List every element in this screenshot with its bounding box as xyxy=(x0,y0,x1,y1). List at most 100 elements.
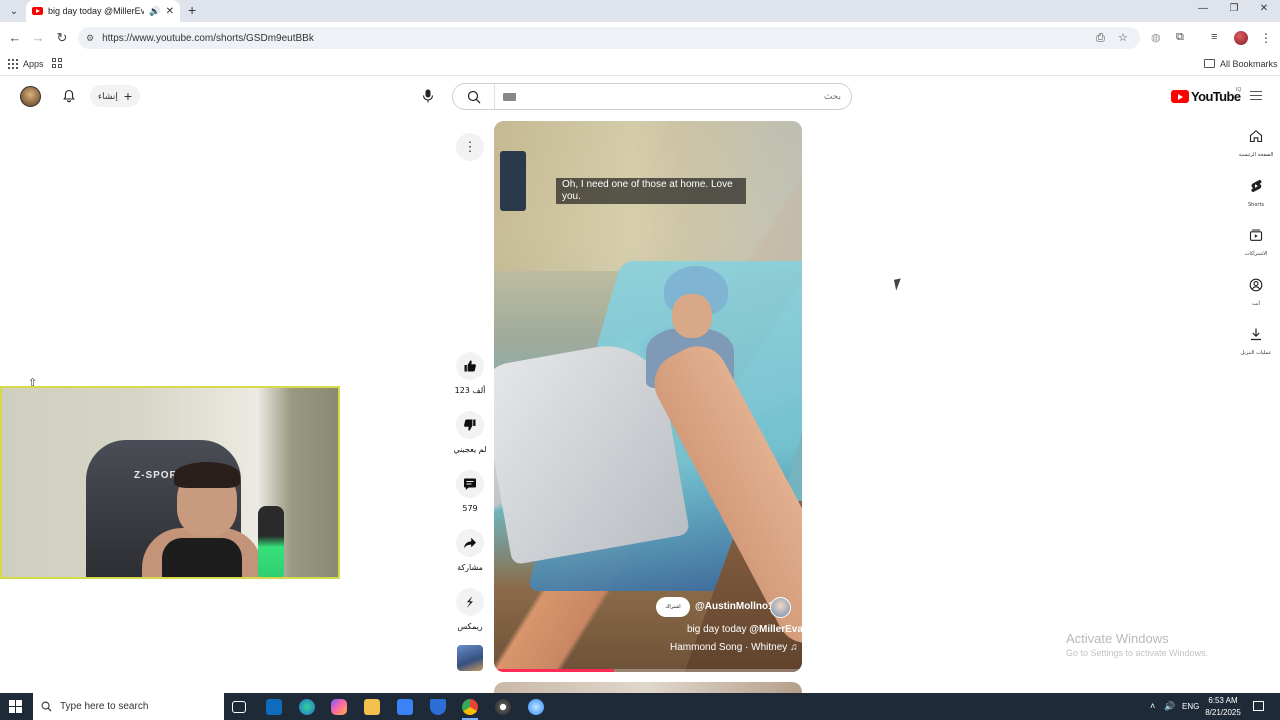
chrome-taskbar-icon[interactable] xyxy=(462,699,478,715)
chrome-profile-avatar[interactable] xyxy=(1234,31,1248,45)
account-avatar[interactable] xyxy=(20,86,41,107)
guide-label-home: الصفحة الرئيسية xyxy=(1238,152,1274,158)
guide-item-downloads[interactable]: عمليات التنزيل xyxy=(1232,327,1280,356)
clock-time: 6:53 AM xyxy=(1208,696,1238,705)
file-explorer-icon[interactable] xyxy=(364,699,380,715)
video-progress-bar[interactable] xyxy=(494,669,802,672)
outlook-icon[interactable] xyxy=(266,699,282,715)
dislike-button[interactable] xyxy=(456,411,484,439)
share-label: مشاركة xyxy=(457,563,483,572)
tab-search-chevron-icon[interactable]: ⌄ xyxy=(6,3,22,19)
install-app-icon[interactable]: ⎙ xyxy=(1096,32,1105,45)
video-frame-monitor xyxy=(500,151,526,211)
channel-avatar[interactable] xyxy=(770,597,791,618)
taskbar-search-icon xyxy=(41,701,52,712)
obs-icon[interactable] xyxy=(495,699,511,715)
home-icon xyxy=(1249,130,1263,143)
window-close-icon[interactable]: ✕ xyxy=(1256,3,1272,14)
music-info[interactable]: Hammond Song · Whitney ♫ xyxy=(670,642,798,653)
guide-item-shorts[interactable]: Shorts xyxy=(1232,179,1280,208)
restore-icon[interactable]: ❐ xyxy=(1226,3,1242,14)
like-button[interactable] xyxy=(456,352,484,380)
search-icon xyxy=(467,90,480,103)
remix-action[interactable]: ريمكس xyxy=(452,588,488,631)
mouse-cursor-icon xyxy=(893,278,904,291)
extensions-puzzle-icon[interactable]: ⧉ xyxy=(1176,31,1184,44)
short-title-mention[interactable]: @MillerEva xyxy=(749,624,802,635)
bookmark-apps[interactable]: Apps xyxy=(23,59,44,69)
webcam-person-hair xyxy=(174,462,240,488)
tab-groups-icon[interactable] xyxy=(52,58,62,68)
browser-tab-active[interactable]: big day today @MillerEva - 🔊 ✕ xyxy=(26,0,180,22)
activate-windows-subtitle: Go to Settings to activate Windows. xyxy=(1066,648,1209,658)
copilot-icon[interactable] xyxy=(331,699,347,715)
guide-item-subscriptions[interactable]: الاشتراكات xyxy=(1232,228,1280,257)
more-options-button[interactable]: ⋮ xyxy=(456,133,484,161)
dislike-action[interactable]: لم يعجبني xyxy=(452,411,488,454)
music-title: Hammond Song · Whitney xyxy=(670,642,788,653)
webcam-person-shirt xyxy=(162,538,242,577)
guide-menu-icon[interactable] xyxy=(1250,91,1262,100)
tab-audio-icon[interactable]: 🔊 xyxy=(149,6,160,17)
notifications-bell-icon[interactable] xyxy=(62,89,76,103)
subscribe-button[interactable]: اشتراك xyxy=(656,597,690,617)
webcam-microphone xyxy=(258,506,284,577)
share-action[interactable]: مشاركة xyxy=(452,529,488,572)
remix-label: ريمكس xyxy=(457,622,483,631)
extension-globe-icon[interactable]: ◍ xyxy=(1151,31,1161,44)
apps-grid-icon[interactable] xyxy=(8,59,18,69)
new-tab-plus-icon[interactable]: + xyxy=(188,2,196,18)
guide-label-shorts: Shorts xyxy=(1247,202,1265,208)
dislike-label: لم يعجبني xyxy=(453,445,487,454)
like-count: 123 ألف xyxy=(454,386,486,395)
url-text[interactable]: https://www.youtube.com/shorts/GSDm9eutB… xyxy=(102,33,314,44)
omnibox[interactable]: ⚙ https://www.youtube.com/shorts/GSDm9eu… xyxy=(78,27,1140,49)
remix-button[interactable] xyxy=(456,588,484,616)
youtube-logo[interactable]: YouTube xyxy=(1171,89,1241,104)
bookmarks-bar xyxy=(0,54,1280,76)
sound-thumbnail[interactable] xyxy=(457,645,483,671)
forward-arrow-icon[interactable]: → xyxy=(30,30,46,45)
short-title-text: big day today xyxy=(687,624,750,635)
chrome-menu-kebab-icon[interactable]: ⋮ xyxy=(1260,31,1272,45)
search-button[interactable] xyxy=(453,84,495,109)
back-arrow-icon[interactable]: ← xyxy=(7,30,23,45)
video-caption: Oh, I need one of those at home. Love yo… xyxy=(556,178,746,204)
tray-overflow-chevron-icon[interactable]: ˄ xyxy=(1150,701,1155,711)
create-button[interactable]: إنشاء + xyxy=(90,85,140,107)
guide-item-you[interactable]: أنت xyxy=(1232,278,1280,307)
site-info-tune-icon[interactable]: ⚙ xyxy=(86,33,94,44)
task-view-icon[interactable] xyxy=(232,701,246,713)
guide-label-downloads: عمليات التنزيل xyxy=(1240,350,1272,356)
guide-item-home[interactable]: الصفحة الرئيسية xyxy=(1232,129,1280,158)
taskbar-clock[interactable]: 6:53 AM 8/21/2025 xyxy=(1198,695,1248,719)
share-button[interactable] xyxy=(456,529,484,557)
bookmarks-folder-icon xyxy=(1204,59,1215,68)
like-action[interactable]: 123 ألف xyxy=(452,352,488,395)
comments-action[interactable]: 579 xyxy=(452,470,488,513)
minimize-icon[interactable]: — xyxy=(1195,3,1211,14)
microsoft-store-icon[interactable] xyxy=(397,699,413,715)
voice-search-mic-icon[interactable] xyxy=(422,89,434,103)
guide-label-subscriptions: الاشتراكات xyxy=(1244,251,1268,257)
media-controls-icon[interactable]: ≡ xyxy=(1211,31,1217,43)
bookmark-star-icon[interactable]: ☆ xyxy=(1118,31,1128,44)
channel-name[interactable]: @AustinMollno1 xyxy=(695,601,774,612)
taskbar-search-box[interactable]: Type here to search xyxy=(33,693,224,720)
all-bookmarks[interactable]: All Bookmarks xyxy=(1220,59,1278,69)
thumbs-down-icon xyxy=(464,419,476,431)
notifications-center-icon[interactable] xyxy=(1253,701,1264,711)
comments-button[interactable] xyxy=(456,470,484,498)
search-box xyxy=(452,83,852,110)
input-language[interactable]: ENG xyxy=(1182,702,1199,711)
windows-start-icon[interactable] xyxy=(9,700,22,713)
reload-icon[interactable]: ↻ xyxy=(54,30,70,46)
volume-icon[interactable]: 🔊 xyxy=(1164,701,1175,712)
app-blue-icon[interactable] xyxy=(528,699,544,715)
comment-icon xyxy=(464,478,476,490)
edge-icon[interactable] xyxy=(299,699,315,715)
tab-close-icon[interactable]: ✕ xyxy=(166,6,174,17)
search-input[interactable] xyxy=(495,84,851,109)
shield-security-icon[interactable] xyxy=(430,699,446,715)
shorts-video-player[interactable]: Oh, I need one of those at home. Love yo… xyxy=(494,121,802,672)
